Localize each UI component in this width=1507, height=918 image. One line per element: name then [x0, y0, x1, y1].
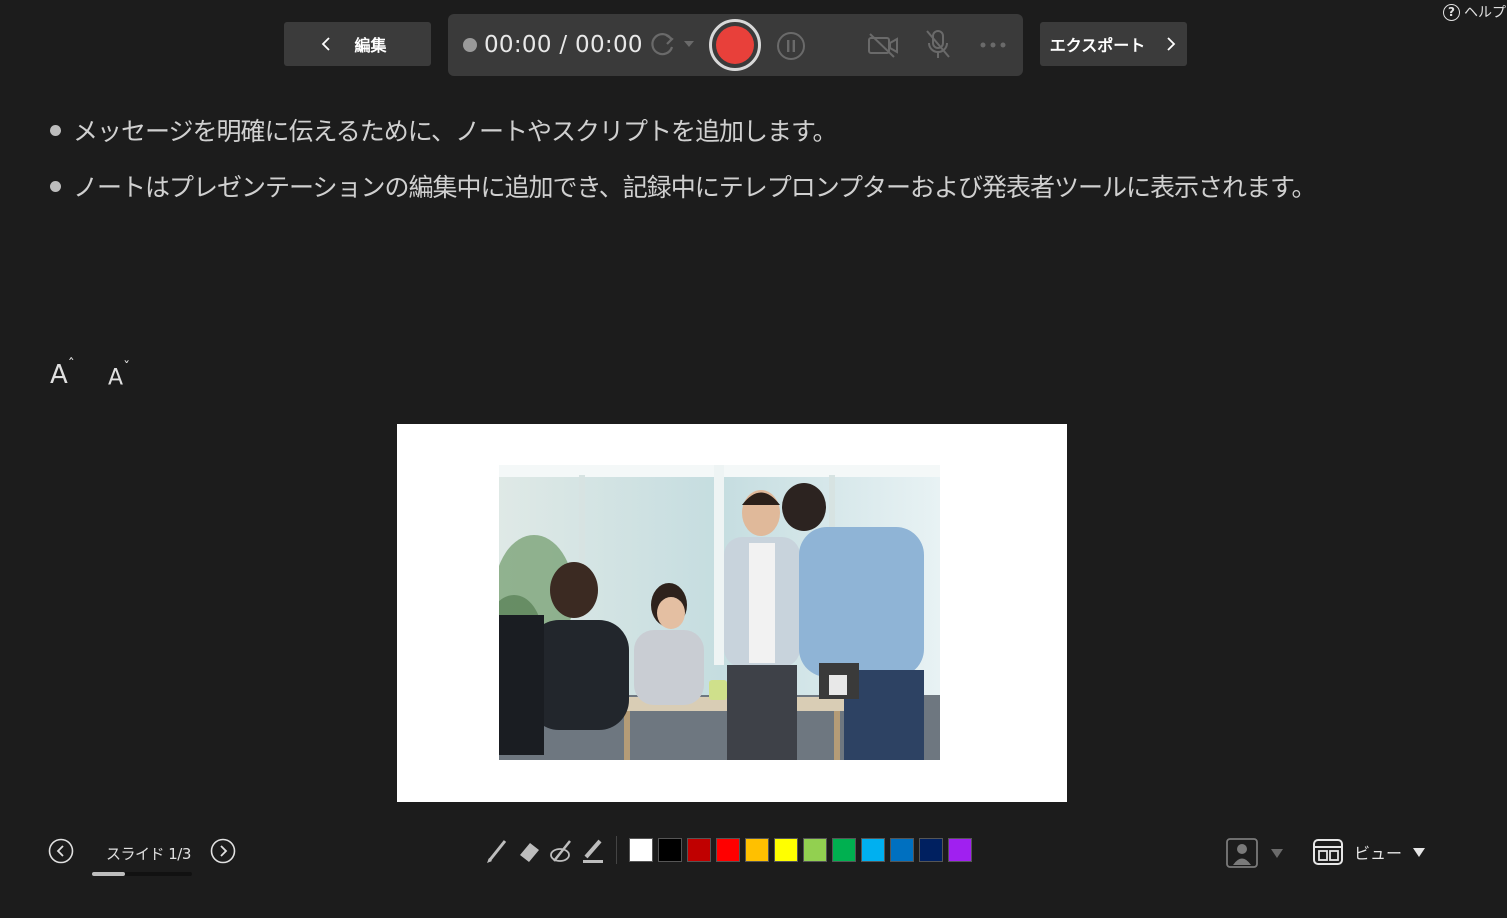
note-text: メッセージを明確に伝えるために、ノートやスクリプトを追加します。 — [73, 117, 838, 146]
export-button[interactable]: エクスポート — [1040, 22, 1187, 66]
color-swatch[interactable] — [948, 838, 972, 862]
view-button[interactable]: ビュー — [1312, 837, 1426, 867]
office-meeting-photo — [499, 465, 940, 760]
recording-status-dot — [463, 38, 477, 52]
laser-pointer-icon[interactable] — [548, 835, 574, 865]
pause-icon[interactable] — [776, 31, 806, 61]
slide-counter: スライド 1/3 — [106, 845, 191, 863]
retake-icon[interactable] — [648, 31, 698, 59]
notes-panel[interactable]: メッセージを明確に伝えるために、ノートやスクリプトを追加します。 ノートはプレゼ… — [50, 112, 1470, 224]
edit-label: 編集 — [354, 36, 387, 55]
decrease-font-label: A — [108, 365, 124, 391]
color-swatch[interactable] — [832, 838, 856, 862]
slide-photo — [499, 465, 940, 760]
color-swatch[interactable] — [687, 838, 711, 862]
help-label: ヘルプ — [1464, 5, 1506, 21]
recording-controls: 00:00 / 00:00 — [448, 14, 1023, 76]
color-swatch[interactable] — [803, 838, 827, 862]
chevron-left-icon — [322, 37, 331, 51]
increase-font-label: A — [50, 360, 68, 390]
help-icon: ? — [1443, 3, 1460, 21]
color-swatch[interactable] — [745, 838, 769, 862]
slide-progress-bar — [92, 872, 192, 876]
camera-off-icon[interactable] — [866, 30, 900, 60]
increase-font-button[interactable]: Aˆ — [50, 357, 75, 390]
color-swatch[interactable] — [861, 838, 885, 862]
chevron-right-icon — [1167, 37, 1176, 51]
color-swatch[interactable] — [716, 838, 740, 862]
note-item: ノートはプレゼンテーションの編集中に追加でき、記録中にテレプロンプターおよび発表… — [50, 168, 1470, 204]
color-swatches — [629, 838, 972, 862]
color-swatch[interactable] — [774, 838, 798, 862]
caret-down-icon — [1413, 848, 1426, 857]
note-text: ノートはプレゼンテーションの編集中に追加でき、記録中にテレプロンプターおよび発表… — [73, 173, 1317, 202]
decrease-font-button[interactable]: Aˇ — [108, 360, 130, 391]
view-label: ビュー — [1354, 844, 1403, 863]
caret-down-icon: ˇ — [123, 360, 131, 376]
color-swatch[interactable] — [629, 838, 653, 862]
slide-preview — [397, 424, 1067, 802]
bullet — [50, 180, 61, 192]
export-label: エクスポート — [1049, 36, 1146, 55]
edit-button[interactable]: 編集 — [284, 22, 431, 66]
highlighter-icon[interactable] — [580, 835, 606, 865]
more-options-icon[interactable] — [976, 30, 1010, 60]
help-button[interactable]: ? ヘルプ — [1443, 0, 1507, 24]
toolbar-divider — [616, 836, 617, 864]
bullet — [50, 124, 61, 136]
previous-slide-button[interactable] — [48, 838, 74, 864]
color-swatch[interactable] — [919, 838, 943, 862]
next-slide-button[interactable] — [210, 838, 236, 864]
pen-icon[interactable] — [484, 835, 510, 865]
inking-toolbar — [484, 835, 972, 865]
camera-mode-button[interactable] — [1226, 838, 1288, 868]
slide-progress-fill — [92, 872, 126, 876]
color-swatch[interactable] — [890, 838, 914, 862]
microphone-off-icon[interactable] — [922, 28, 954, 62]
record-icon — [716, 26, 754, 64]
note-item: メッセージを明確に伝えるために、ノートやスクリプトを追加します。 — [50, 112, 1470, 148]
layout-view-icon — [1313, 839, 1343, 865]
color-swatch[interactable] — [658, 838, 682, 862]
eraser-icon[interactable] — [516, 835, 542, 865]
record-button[interactable] — [709, 19, 761, 71]
caret-up-icon: ˆ — [67, 357, 75, 374]
recording-studio: ? ヘルプ 編集 00:00 / 00:00 エクスポート メッセージを明確に伝… — [0, 0, 1507, 918]
recording-timer: 00:00 / 00:00 — [484, 32, 643, 58]
